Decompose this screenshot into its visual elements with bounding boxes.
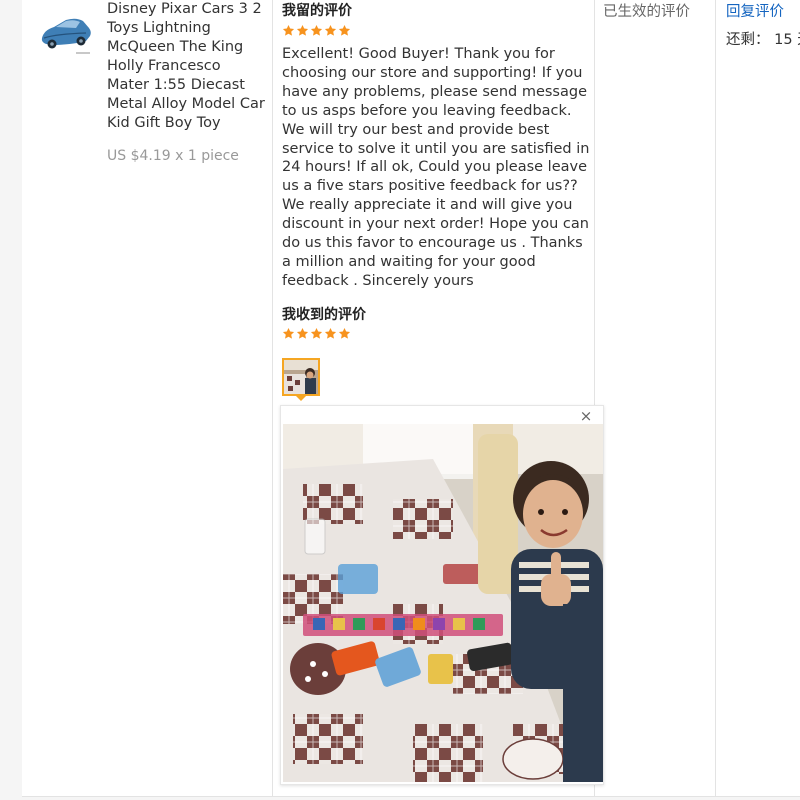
star-icon [310, 327, 323, 340]
star-icon [324, 327, 337, 340]
feedback-photo[interactable] [283, 424, 603, 782]
column-divider [272, 0, 273, 796]
star-icon [282, 24, 295, 37]
photo-thumbnail-icon [284, 360, 318, 394]
star-icon [282, 327, 295, 340]
star-icon [296, 24, 309, 37]
column-divider [715, 0, 716, 796]
blue-toy-car-icon [41, 18, 91, 54]
reply-feedback-link[interactable]: 回复评价 [726, 0, 784, 21]
my-feedback-stars [282, 24, 351, 37]
feedback-photo-thumbnail[interactable] [282, 358, 320, 396]
feedback-photo-image [283, 424, 603, 782]
status-label: 已生效的评价 [603, 4, 690, 20]
star-icon [324, 24, 337, 37]
received-feedback-heading: 我收到的评价 [282, 307, 366, 323]
star-icon [338, 327, 351, 340]
star-icon [338, 24, 351, 37]
thumbnail-selected-caret [296, 396, 306, 401]
close-icon[interactable]: × [578, 408, 594, 424]
star-icon [296, 327, 309, 340]
star-icon [310, 24, 323, 37]
my-feedback-heading: 我留的评价 [282, 3, 352, 19]
product-title[interactable]: Disney Pixar Cars 3 2 Toys Lightning McQ… [107, 0, 267, 133]
my-feedback-text: Excellent! Good Buyer! Thank you for cho… [282, 46, 590, 289]
remaining-days: 还剩： 15 天 [726, 32, 800, 48]
row-bottom-border [22, 796, 800, 797]
product-thumbnail[interactable] [36, 8, 94, 58]
product-price: US $4.19 x 1 piece [107, 148, 239, 164]
received-feedback-stars [282, 327, 351, 340]
